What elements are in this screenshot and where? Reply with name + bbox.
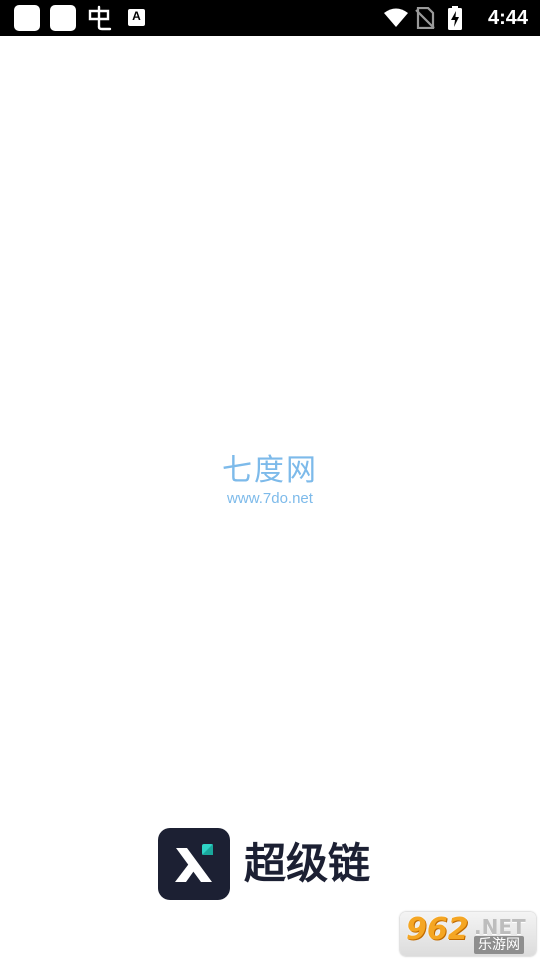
watermark: 七度网 www.7do.net (180, 452, 360, 512)
badge-number: 962 (406, 912, 469, 947)
app-notification-icon (50, 5, 76, 31)
bug-icon (88, 5, 112, 31)
x-logo-icon (158, 828, 230, 900)
status-bar: A 4:44 (0, 0, 540, 36)
corner-watermark-badge: 962 .NET 乐游网 (400, 912, 536, 956)
watermark-url: www.7do.net (227, 490, 313, 507)
splash-screen: A 4:44 七度网 www.7do.net 超级链 962 .NET 乐游网 (0, 0, 540, 960)
badge-subtitle: 乐游网 (474, 936, 524, 954)
a-notification-icon: A (128, 9, 145, 26)
badge-suffix: .NET (474, 915, 526, 939)
battery-charging-icon (448, 6, 462, 30)
app-brand: 超级链 (158, 828, 398, 900)
app-notification-icon (14, 5, 40, 31)
status-time: 4:44 (487, 7, 528, 29)
wifi-icon (384, 8, 408, 27)
app-name: 超级链 (244, 839, 371, 888)
watermark-title: 七度网 (222, 453, 318, 488)
no-sim-icon (415, 7, 435, 29)
